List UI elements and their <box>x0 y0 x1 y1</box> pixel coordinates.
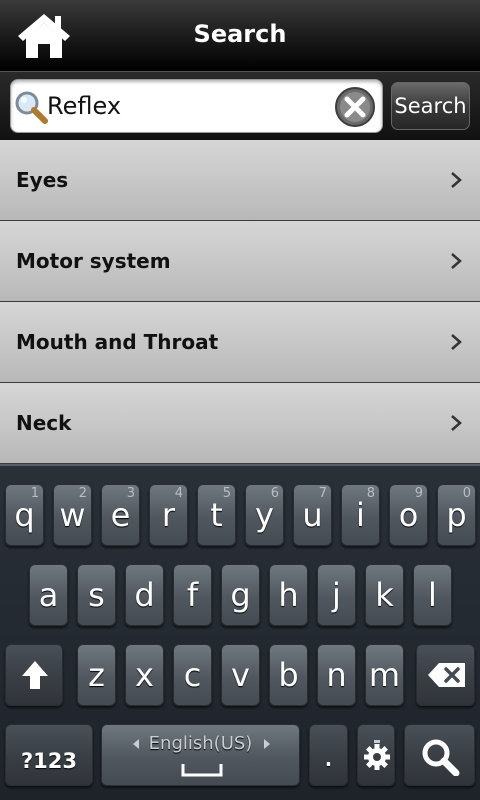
backspace-icon <box>428 663 465 687</box>
key-char: r <box>161 496 176 534</box>
key-r[interactable]: 4r <box>149 484 188 546</box>
key-char: s <box>88 576 105 614</box>
list-item-mouth-and-throat[interactable]: Mouth and Throat <box>0 302 480 383</box>
key-n[interactable]: n <box>317 644 356 706</box>
key-x[interactable]: x <box>125 644 164 706</box>
key-y[interactable]: 6y <box>245 484 284 546</box>
shift-arrow-icon <box>22 661 48 689</box>
key-h[interactable]: h <box>269 564 308 626</box>
list-item-neck[interactable]: Neck <box>0 383 480 464</box>
key-o[interactable]: 9o <box>389 484 428 546</box>
space-key[interactable]: English(US) <box>101 724 300 786</box>
key-l[interactable]: l <box>413 564 452 626</box>
chevron-right-icon <box>451 172 462 188</box>
clear-x-icon[interactable] <box>333 85 377 129</box>
space-bar-icon <box>181 764 223 777</box>
list-item-label: Motor system <box>16 249 171 273</box>
key-char: l <box>428 576 437 614</box>
key-char: q <box>14 496 35 534</box>
key-z[interactable]: z <box>77 644 116 706</box>
result-list: Eyes Motor system Mouth and Throat Neck <box>0 140 480 464</box>
key-char: p <box>446 496 467 534</box>
key-char: f <box>186 576 199 614</box>
key-char: y <box>255 496 274 534</box>
key-char: j <box>332 576 341 614</box>
key-char: e <box>110 496 131 534</box>
keyboard-search-key[interactable] <box>404 724 475 786</box>
chevron-right-icon <box>451 334 462 350</box>
key-char: z <box>88 656 105 694</box>
key-f[interactable]: f <box>173 564 212 626</box>
settings-key[interactable] <box>357 724 395 786</box>
key-w[interactable]: 2w <box>53 484 92 546</box>
backspace-key[interactable] <box>416 644 475 706</box>
key-label: ?123 <box>20 749 78 773</box>
shift-key[interactable] <box>5 644 63 706</box>
period-key[interactable]: . <box>309 724 348 786</box>
list-item-label: Mouth and Throat <box>16 330 219 354</box>
key-i[interactable]: 8i <box>341 484 380 546</box>
key-m[interactable]: m <box>365 644 404 706</box>
key-char: v <box>231 656 250 694</box>
key-char: d <box>134 576 155 614</box>
symbols-key[interactable]: ?123 <box>5 724 93 786</box>
key-char: u <box>302 496 323 534</box>
key-e[interactable]: 3e <box>101 484 140 546</box>
list-item-label: Eyes <box>16 168 69 192</box>
key-char: o <box>398 496 419 534</box>
key-char: i <box>356 496 365 534</box>
chevron-right-icon <box>451 253 462 269</box>
search-bar: Search <box>0 72 480 140</box>
gear-icon <box>364 740 390 770</box>
chevron-right-icon <box>264 739 270 749</box>
key-d[interactable]: d <box>125 564 164 626</box>
key-char: c <box>183 656 202 694</box>
key-char: w <box>59 496 86 534</box>
page-title: Search <box>193 20 287 48</box>
key-char: k <box>375 576 394 614</box>
search-icon <box>422 739 460 776</box>
key-char: . <box>323 736 334 774</box>
key-g[interactable]: g <box>221 564 260 626</box>
list-item-eyes[interactable]: Eyes <box>0 140 480 221</box>
key-char: a <box>38 576 59 614</box>
key-char: m <box>368 656 401 694</box>
key-char: n <box>326 656 347 694</box>
key-s[interactable]: s <box>77 564 116 626</box>
list-item-motor-system[interactable]: Motor system <box>0 221 480 302</box>
key-char: b <box>278 656 299 694</box>
soft-keyboard: 1q 2w 3e 4r 5t 6y 7u 8i 9o 0p a s d f g … <box>0 464 480 800</box>
search-field[interactable] <box>10 79 383 133</box>
key-q[interactable]: 1q <box>5 484 44 546</box>
magnifier-icon <box>15 91 48 124</box>
key-c[interactable]: c <box>173 644 212 706</box>
key-t[interactable]: 5t <box>197 484 236 546</box>
key-a[interactable]: a <box>29 564 68 626</box>
key-j[interactable]: j <box>317 564 356 626</box>
app-header: Search <box>0 0 480 72</box>
search-input[interactable] <box>47 86 327 126</box>
key-k[interactable]: k <box>365 564 404 626</box>
chevron-right-icon <box>451 415 462 431</box>
key-char: t <box>210 496 223 534</box>
key-v[interactable]: v <box>221 644 260 706</box>
key-p[interactable]: 0p <box>437 484 476 546</box>
key-b[interactable]: b <box>269 644 308 706</box>
key-char: h <box>278 576 299 614</box>
key-char: g <box>230 576 251 614</box>
key-u[interactable]: 7u <box>293 484 332 546</box>
search-button[interactable]: Search <box>391 82 470 130</box>
list-item-label: Neck <box>16 411 72 435</box>
key-char: x <box>135 656 154 694</box>
